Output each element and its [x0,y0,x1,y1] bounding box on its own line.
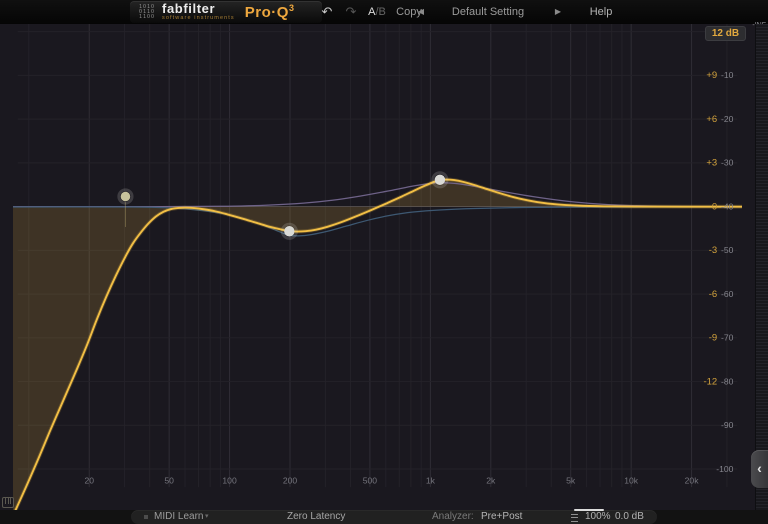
freq-axis-label: 500 [363,475,378,485]
display-range-button[interactable]: 12 dB [705,26,746,41]
analyzer-mode-button[interactable]: Pre+Post [481,510,522,524]
output-meter-strip[interactable] [755,24,768,510]
redo-icon[interactable]: ↷ [342,0,360,24]
chevron-left-icon: ‹ [757,460,762,476]
undo-icon[interactable]: ↶ [318,0,336,24]
eq-curve-canvas[interactable]: 20 50 100 200 500 1k 2k 5k 10k 20k 0 +9 -10 +6 -20 +3 -3… [0,24,755,510]
chevron-down-icon[interactable]: ▾ [205,510,209,524]
title-bar: 1O1O O11O 11OO fabfilter software instru… [0,0,768,24]
analyzer-db-scale-label: -30 [721,158,734,168]
band-node[interactable] [435,175,445,185]
product-name: Pro·Q3 [245,3,295,21]
side-panel-expand-button[interactable]: ‹ [751,450,768,488]
help-button[interactable]: Help [584,0,618,24]
freq-axis-label: 2k [486,475,496,485]
band-node[interactable] [284,226,294,236]
eq-db-scale-label: 0 [712,201,717,212]
gain-scale-icon[interactable] [571,514,578,522]
display-scale-value[interactable]: 100% [585,510,611,524]
bottom-bar-plate [131,510,657,524]
freq-axis-label: 50 [164,475,174,485]
fabfilter-logo[interactable]: 1O1O O11O 11OO fabfilter software instru… [130,1,322,23]
analyzer-db-scale-label: -20 [721,114,734,124]
freq-axis-label: 200 [283,475,298,485]
processing-mode-button[interactable]: Zero Latency [287,510,345,524]
eq-db-scale-label: -3 [709,245,717,256]
analyzer-db-scale-label: -40 [721,201,734,211]
analyzer-db-scale-label: -100 [716,464,733,474]
analyzer-db-scale-label: -10 [721,70,734,80]
freq-axis-label: 20 [84,475,94,485]
eq-db-scale-label: +9 [706,70,717,81]
analyzer-label: Analyzer: [432,510,474,524]
bottom-bar: MIDI Learn ▾ Zero Latency Analyzer: Pre+… [0,510,768,524]
analyzer-db-scale-label: -70 [721,333,734,343]
midi-learn-button[interactable]: MIDI Learn [154,510,203,524]
midi-status-icon [144,515,148,519]
ab-toggle-button[interactable]: A/B [364,0,390,24]
eq-display[interactable]: 20 50 100 200 500 1k 2k 5k 10k 20k 0 +9 -10 +6 -20 +3 -3… [0,24,755,510]
piano-keyboard-icon[interactable] [2,497,14,508]
eq-db-scale-label: -12 [703,376,717,387]
freq-axis-label: 5k [566,475,576,485]
analyzer-db-scale-label: -90 [721,420,734,430]
brand-text: fabfilter software instruments [162,3,235,21]
fabfilter-binary-logo-icon: 1O1O O11O 11OO [139,5,155,20]
output-gain-value[interactable]: 0.0 dB [615,510,644,524]
eq-curve-fill [13,180,742,510]
freq-axis-label: 100 [222,475,237,485]
eq-db-scale-label: -9 [709,333,717,344]
preset-next-icon[interactable]: ▶ [551,0,565,24]
brand-name: fabfilter [162,3,235,15]
eq-db-scale-label: -6 [709,289,717,300]
freq-axis-label: 1k [426,475,436,485]
freq-axis-label: 10k [624,475,639,485]
output-gain-slider[interactable] [574,509,604,511]
analyzer-db-scale-label: -50 [721,245,734,255]
band-node[interactable] [121,192,131,202]
preset-previous-icon[interactable]: ◀ [414,0,428,24]
eq-db-scale-label: +3 [706,158,717,169]
freq-axis-label: 20k [685,475,700,485]
preset-selector[interactable]: Default Setting [436,0,540,24]
eq-db-scale-label: +6 [706,114,717,125]
analyzer-db-scale-label: -80 [721,376,734,386]
analyzer-db-scale-label: -60 [721,289,734,299]
brand-subtitle: software instruments [162,15,235,21]
